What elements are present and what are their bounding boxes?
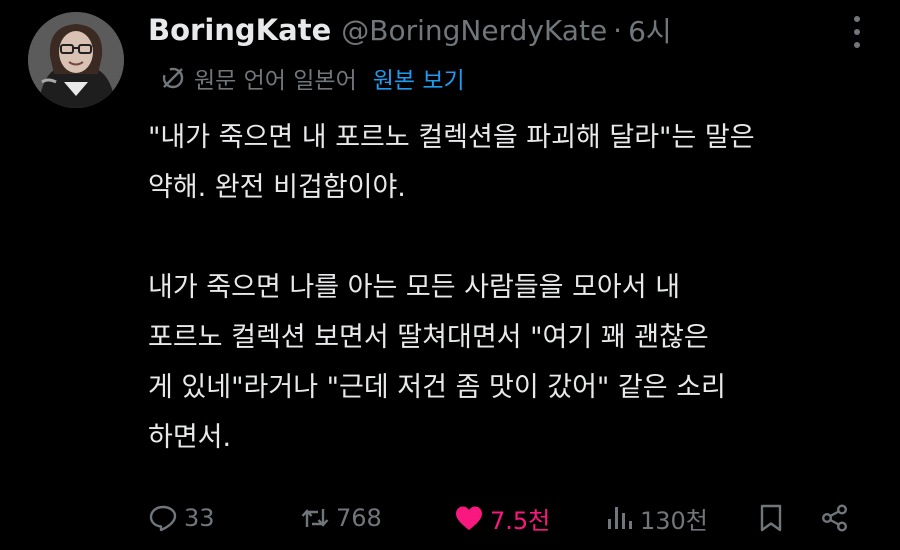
tweet-text-line: 포르노 컬렉션 보면서 딸쳐대면서 "여기 꽤 괜찮은 (148, 322, 709, 353)
more-dot-icon (854, 29, 860, 35)
translate-icon (162, 67, 184, 89)
tweet-text-line: "내가 죽으면 내 포르노 컬렉션을 파괴해 달라"는 말은 (148, 122, 755, 153)
bookmark-icon (760, 504, 782, 532)
tweet-text-blank-line (148, 213, 883, 263)
views-count: 130천 (640, 506, 708, 535)
like-count: 7.5천 (490, 506, 551, 535)
avatar-image (28, 12, 124, 108)
tweet-text-line: 하면서. (148, 422, 232, 453)
views-button[interactable]: 130천 (604, 494, 708, 542)
tweet-header: BoringKate @BoringNerdyKate · 6시 (148, 10, 870, 50)
show-original-link[interactable]: 원본 보기 (373, 61, 465, 95)
more-dot-icon (854, 16, 860, 22)
display-name[interactable]: BoringKate (148, 13, 331, 47)
repost-icon (301, 509, 329, 527)
heart-filled-icon (456, 506, 482, 530)
header-separator: · (613, 13, 623, 47)
reply-button[interactable]: 33 (148, 494, 215, 542)
tweet-text-line: 게 있네"라거나 "근데 저건 좀 맛이 갔어" 같은 소리 (148, 372, 726, 403)
more-dot-icon (854, 42, 860, 48)
reply-icon (149, 505, 177, 532)
translation-bar: 원문 언어 일본어 원본 보기 (160, 61, 465, 95)
share-button[interactable] (820, 494, 850, 542)
tweet-body: "내가 죽으면 내 포르노 컬렉션을 파괴해 달라"는 말은 약해. 완전 비겁… (148, 113, 883, 463)
action-bar: 33 768 7.5천 130천 (148, 494, 858, 542)
repost-count: 768 (336, 504, 382, 532)
avatar[interactable] (28, 12, 124, 108)
user-handle[interactable]: @BoringNerdyKate (341, 14, 607, 47)
reply-count: 33 (184, 504, 215, 532)
more-options-button[interactable] (852, 16, 862, 48)
timestamp[interactable]: 6시 (628, 10, 672, 50)
tweet-text-line: 내가 죽으면 나를 아는 모든 사람들을 모아서 내 (148, 272, 681, 303)
repost-button[interactable]: 768 (300, 494, 382, 542)
like-button[interactable]: 7.5천 (454, 494, 550, 542)
tweet-text-line: 약해. 완전 비겁함이야. (148, 172, 406, 203)
share-icon (822, 504, 848, 532)
views-icon (608, 507, 632, 529)
translation-label: 원문 언어 일본어 (194, 68, 357, 94)
bookmark-button[interactable] (756, 494, 786, 542)
